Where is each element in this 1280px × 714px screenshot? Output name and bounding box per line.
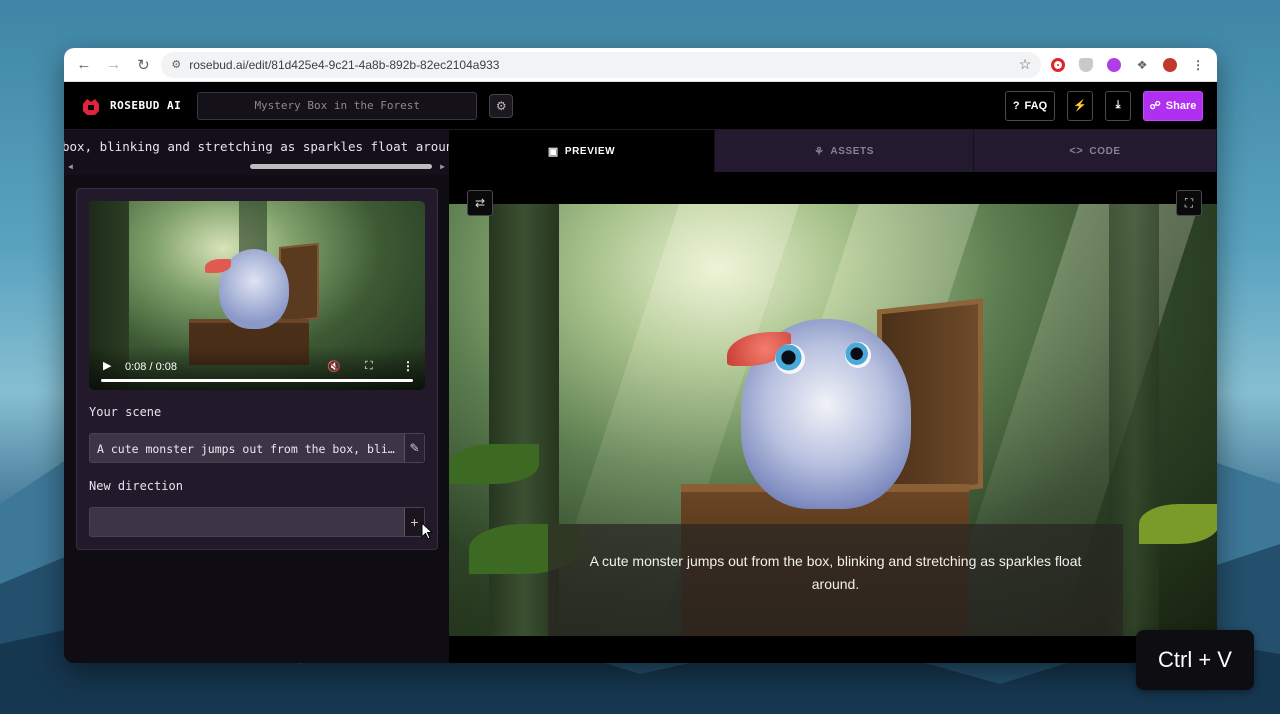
your-scene-label: Your scene — [89, 405, 162, 419]
tab-assets[interactable]: ⚘ ASSETS — [715, 130, 974, 172]
browser-toolbar: ← → ↻ ⚙ rosebud.ai/edit/81d425e4-9c21-4a… — [64, 48, 1217, 82]
profile-avatar[interactable] — [1159, 53, 1181, 77]
tab-assets-label: ASSETS — [830, 145, 875, 157]
assets-icon: ⚘ — [813, 145, 825, 158]
fullscreen-icon[interactable]: ⛶ — [365, 360, 373, 373]
scene-caption: A cute monster jumps out from the box, b… — [548, 524, 1123, 636]
your-scene-field[interactable]: A cute monster jumps out from the box, b… — [89, 433, 425, 463]
preview-scene-image: A cute monster jumps out from the box, b… — [449, 204, 1217, 636]
mute-icon[interactable]: 🔇 — [327, 360, 341, 373]
right-panel: ▣ PREVIEW ⚘ ASSETS <> CODE A cute monste… — [449, 130, 1217, 663]
image-icon: ▣ — [547, 145, 559, 158]
tab-preview-label: PREVIEW — [564, 145, 616, 157]
bookmark-star-icon[interactable]: ☆ — [1019, 56, 1032, 73]
url-text: rosebud.ai/edit/81d425e4-9c21-4a8b-892b-… — [189, 57, 500, 72]
horizontal-scrollbar[interactable]: ◀ ▶ — [68, 162, 445, 171]
puzzle-extensions-icon[interactable]: ❖ — [1131, 53, 1153, 77]
video-progress-bar[interactable] — [101, 379, 413, 382]
purple-extension-icon[interactable] — [1103, 53, 1125, 77]
share-icon: ☍ — [1149, 100, 1161, 112]
monster-eye — [845, 342, 871, 368]
play-icon[interactable]: ▶ — [103, 359, 111, 372]
share-button[interactable]: ☍ Share — [1143, 90, 1203, 121]
address-bar[interactable]: ⚙ rosebud.ai/edit/81d425e4-9c21-4a8b-892… — [161, 51, 1042, 78]
question-icon: ? — [1012, 99, 1020, 112]
settings-gear-icon[interactable]: ⚙ — [489, 93, 514, 118]
app-header: ROSEBUD AI Mystery Box in the Forest ⚙ ?… — [64, 82, 1217, 130]
browser-menu-icon[interactable]: ⋮ — [1187, 53, 1209, 77]
swap-icon[interactable]: ⇄ — [467, 190, 493, 216]
edit-pencil-icon[interactable]: ✎ — [404, 434, 424, 462]
keyboard-shortcut-overlay: Ctrl + V — [1136, 630, 1254, 690]
share-label: Share — [1165, 99, 1197, 112]
lightning-button[interactable]: ⚡ — [1067, 90, 1093, 121]
scroll-left-arrow-icon[interactable]: ◀ — [68, 162, 73, 171]
prompt-strip[interactable]: box, blinking and stretching as sparkles… — [64, 130, 449, 175]
back-icon[interactable]: ← — [72, 52, 96, 78]
tab-code-label: CODE — [1089, 145, 1121, 157]
site-settings-icon[interactable]: ⚙ — [171, 58, 181, 71]
video-controls: ▶ 0:08 / 0:08 🔇 ⛶ ⋮ — [89, 346, 425, 390]
reload-icon[interactable]: ↻ — [132, 52, 156, 78]
scrollbar-thumb[interactable] — [250, 164, 432, 169]
scene-video-player[interactable]: ▶ 0:08 / 0:08 🔇 ⛶ ⋮ — [89, 201, 425, 390]
forward-icon[interactable]: → — [102, 52, 126, 78]
code-icon: <> — [1069, 145, 1084, 157]
faq-label: FAQ — [1024, 99, 1048, 112]
logo-text: ROSEBUD AI — [110, 99, 182, 112]
browser-window: ← → ↻ ⚙ rosebud.ai/edit/81d425e4-9c21-4a… — [64, 48, 1217, 663]
tab-bar: ▣ PREVIEW ⚘ ASSETS <> CODE — [449, 130, 1217, 172]
faq-button[interactable]: ? FAQ — [1005, 90, 1055, 121]
prompt-strip-text: box, blinking and stretching as sparkles… — [64, 139, 449, 154]
scene-card: ▶ 0:08 / 0:08 🔇 ⛶ ⋮ Your scene A cute mo… — [76, 188, 438, 550]
opera-extension-icon[interactable] — [1047, 53, 1069, 77]
app-logo[interactable]: ROSEBUD AI — [80, 96, 181, 116]
scroll-right-arrow-icon[interactable]: ▶ — [440, 162, 445, 171]
more-options-icon[interactable]: ⋮ — [402, 359, 414, 373]
rosebud-logo-icon — [83, 98, 99, 115]
fern-leaf — [1139, 504, 1217, 544]
preview-stage: A cute monster jumps out from the box, b… — [449, 172, 1217, 663]
project-title-input[interactable]: Mystery Box in the Forest — [197, 91, 478, 120]
monster-eye — [775, 344, 805, 374]
video-time: 0:08 / 0:08 — [125, 361, 177, 373]
fern-leaf — [449, 444, 539, 484]
your-scene-value: A cute monster jumps out from the box, b… — [97, 442, 398, 456]
left-panel: box, blinking and stretching as sparkles… — [64, 130, 449, 663]
fullscreen-toggle-icon[interactable]: ⛶ — [1176, 190, 1202, 216]
tab-code[interactable]: <> CODE — [974, 130, 1217, 172]
new-direction-field[interactable]: + — [89, 507, 425, 537]
download-icon: ⤓ — [1115, 99, 1121, 111]
lightning-icon: ⚡ — [1073, 100, 1087, 112]
new-direction-label: New direction — [89, 479, 183, 493]
download-button[interactable]: ⤓ — [1105, 90, 1131, 121]
shield-extension-icon[interactable] — [1075, 53, 1097, 77]
mouse-cursor-icon — [421, 522, 433, 540]
tab-preview[interactable]: ▣ PREVIEW — [449, 130, 715, 172]
